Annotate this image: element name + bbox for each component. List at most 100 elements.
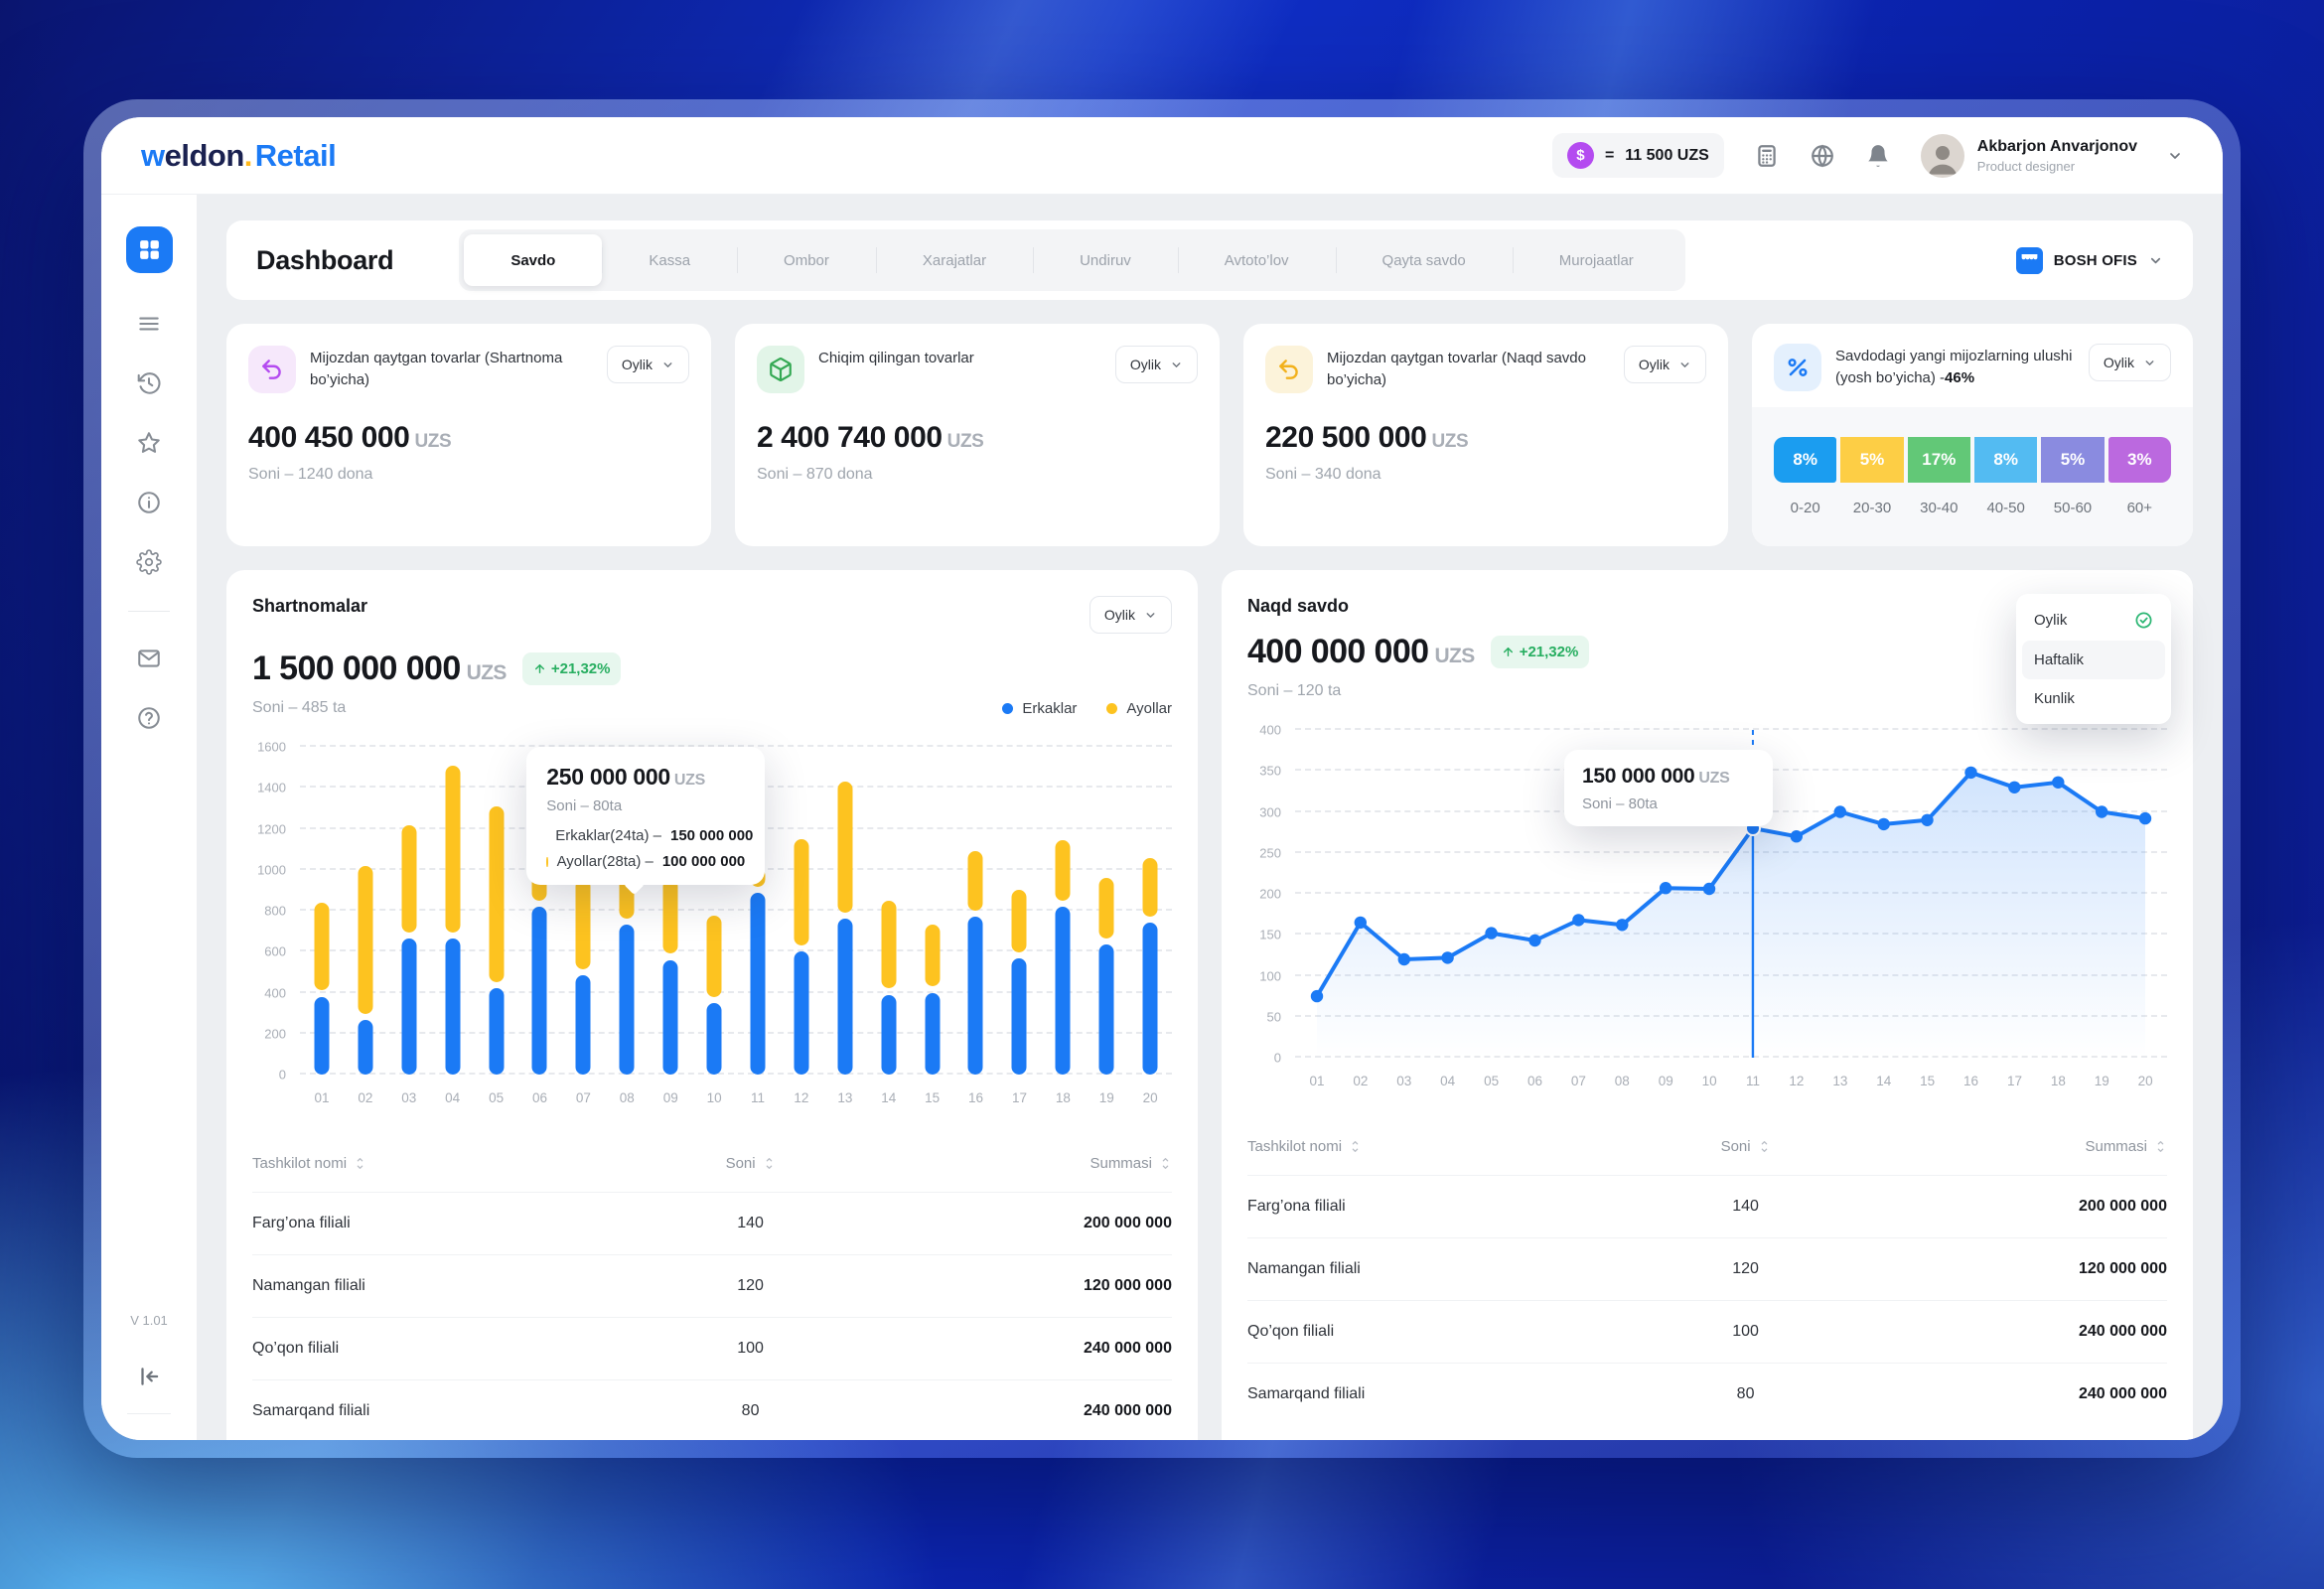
- stat-period-select[interactable]: Oylik: [1115, 346, 1198, 383]
- contracts-period-select[interactable]: Oylik: [1089, 596, 1172, 634]
- data-point-10[interactable]: [1703, 883, 1715, 895]
- sidebar-collapse-button[interactable]: [136, 1364, 162, 1389]
- bar-erkaklar-05[interactable]: [489, 988, 504, 1075]
- bar-ayollar-05[interactable]: [489, 806, 504, 982]
- tab-avtoto-lov[interactable]: Avtoto’lov: [1178, 234, 1336, 286]
- dropdown-option-oylik[interactable]: Oylik: [2022, 600, 2165, 641]
- bar-erkaklar-15[interactable]: [925, 993, 940, 1076]
- sidebar-item-star[interactable]: [136, 430, 162, 456]
- bar-erkaklar-01[interactable]: [314, 997, 329, 1075]
- sidebar-item-help[interactable]: [136, 705, 162, 731]
- data-point-03[interactable]: [1398, 953, 1410, 965]
- bar-erkaklar-19[interactable]: [1099, 944, 1114, 1075]
- logo[interactable]: weldon.Retail: [141, 138, 336, 174]
- data-point-09[interactable]: [1660, 882, 1671, 894]
- currency-rate-chip[interactable]: $ = 11 500 UZS: [1552, 133, 1724, 178]
- bar-ayollar-17[interactable]: [1012, 890, 1027, 952]
- table-row[interactable]: Farg’ona filiali 140 200 000 000: [252, 1192, 1172, 1254]
- user-profile[interactable]: Akbarjon Anvarjonov Product designer: [1921, 134, 2137, 178]
- sidebar-item-info[interactable]: [136, 490, 162, 515]
- data-point-06[interactable]: [1528, 935, 1540, 946]
- bar-ayollar-07[interactable]: [576, 879, 591, 969]
- bar-erkaklar-20[interactable]: [1143, 923, 1158, 1075]
- data-point-05[interactable]: [1485, 927, 1497, 939]
- sidebar-item-mail[interactable]: [136, 646, 162, 671]
- data-point-16[interactable]: [1964, 767, 1976, 779]
- bar-ayollar-19[interactable]: [1099, 878, 1114, 939]
- bar-ayollar-03[interactable]: [401, 825, 416, 932]
- dropdown-option-haftalik[interactable]: Haftalik: [2022, 641, 2165, 679]
- data-point-20[interactable]: [2139, 812, 2151, 824]
- office-selector[interactable]: BOSH OFIS: [2016, 247, 2163, 274]
- bar-erkaklar-08[interactable]: [620, 925, 635, 1075]
- data-point-19[interactable]: [2096, 805, 2107, 817]
- table-row[interactable]: Namangan filiali 120 120 000 000: [252, 1254, 1172, 1317]
- data-point-14[interactable]: [1878, 818, 1890, 830]
- data-point-04[interactable]: [1441, 951, 1453, 963]
- data-point-17[interactable]: [2008, 782, 2020, 794]
- data-point-15[interactable]: [1921, 814, 1933, 826]
- tab-ombor[interactable]: Ombor: [737, 234, 876, 286]
- table-row[interactable]: Samarqand filiali 80 240 000 000: [252, 1379, 1172, 1440]
- bar-erkaklar-16[interactable]: [968, 917, 983, 1075]
- tab-kassa[interactable]: Kassa: [602, 234, 737, 286]
- globe-icon[interactable]: [1810, 143, 1835, 169]
- table-row[interactable]: Farg’ona filiali 140 200 000 000: [1247, 1175, 2167, 1237]
- table-row[interactable]: Namangan filiali 120 120 000 000: [1247, 1237, 2167, 1300]
- stat-period-select[interactable]: Oylik: [1624, 346, 1706, 383]
- bar-ayollar-16[interactable]: [968, 851, 983, 911]
- data-point-13[interactable]: [1834, 805, 1846, 817]
- column-header-tashkilot[interactable]: Tashkilot nomi: [252, 1155, 636, 1172]
- table-row[interactable]: Samarqand filiali 80 240 000 000: [1247, 1363, 2167, 1425]
- bar-erkaklar-14[interactable]: [881, 995, 896, 1075]
- sidebar-item-menu[interactable]: [136, 311, 162, 337]
- bar-ayollar-20[interactable]: [1143, 858, 1158, 917]
- chevron-down-icon[interactable]: [2167, 148, 2183, 164]
- bar-ayollar-01[interactable]: [314, 903, 329, 991]
- stat-period-select[interactable]: Oylik: [607, 346, 689, 383]
- sidebar-item-settings[interactable]: [136, 549, 162, 575]
- data-point-18[interactable]: [2052, 777, 2064, 789]
- tab-savdo[interactable]: Savdo: [464, 234, 602, 286]
- column-header-summasi[interactable]: Summasi: [865, 1155, 1172, 1172]
- tab-undiruv[interactable]: Undiruv: [1033, 234, 1178, 286]
- bar-erkaklar-09[interactable]: [663, 960, 678, 1076]
- data-point-08[interactable]: [1616, 919, 1628, 931]
- bar-ayollar-14[interactable]: [881, 901, 896, 989]
- table-row[interactable]: Qo’qon filiali 100 240 000 000: [1247, 1300, 2167, 1363]
- bar-erkaklar-10[interactable]: [707, 1003, 722, 1075]
- bar-erkaklar-06[interactable]: [532, 907, 547, 1075]
- bar-ayollar-09[interactable]: [663, 879, 678, 953]
- column-header-soni[interactable]: Soni: [1631, 1138, 1861, 1155]
- sidebar-item-history[interactable]: [136, 370, 162, 396]
- bar-erkaklar-11[interactable]: [750, 893, 765, 1075]
- bar-plot[interactable]: 250 000 000UZS Soni – 80ta Erkaklar(24ta…: [300, 747, 1172, 1075]
- bar-ayollar-18[interactable]: [1056, 840, 1071, 901]
- sidebar-item-dashboard-grid[interactable]: [126, 226, 173, 273]
- bar-erkaklar-18[interactable]: [1056, 907, 1071, 1075]
- bar-erkaklar-03[interactable]: [401, 939, 416, 1075]
- bar-ayollar-15[interactable]: [925, 925, 940, 986]
- bar-erkaklar-12[interactable]: [794, 951, 808, 1075]
- bar-erkaklar-13[interactable]: [837, 919, 852, 1075]
- bell-icon[interactable]: [1865, 143, 1891, 169]
- bar-erkaklar-02[interactable]: [358, 1020, 372, 1075]
- bar-ayollar-12[interactable]: [794, 839, 808, 945]
- stat-period-select[interactable]: Oylik: [2089, 344, 2171, 381]
- tab-murojaatlar[interactable]: Murojaatlar: [1513, 234, 1680, 286]
- bar-erkaklar-07[interactable]: [576, 975, 591, 1075]
- bar-erkaklar-04[interactable]: [445, 939, 460, 1075]
- bar-ayollar-02[interactable]: [358, 866, 372, 1015]
- bar-ayollar-04[interactable]: [445, 766, 460, 933]
- bar-ayollar-13[interactable]: [837, 782, 852, 913]
- data-point-02[interactable]: [1355, 917, 1367, 929]
- line-plot[interactable]: 150 000 000UZS Soni – 80ta 0501001502002…: [1295, 730, 2167, 1058]
- column-header-tashkilot[interactable]: Tashkilot nomi: [1247, 1138, 1631, 1155]
- bar-erkaklar-17[interactable]: [1012, 958, 1027, 1075]
- column-header-summasi[interactable]: Summasi: [1860, 1138, 2167, 1155]
- tab-xarajatlar[interactable]: Xarajatlar: [876, 234, 1033, 286]
- tab-qayta-savdo[interactable]: Qayta savdo: [1336, 234, 1513, 286]
- dropdown-option-kunlik[interactable]: Kunlik: [2022, 679, 2165, 718]
- table-row[interactable]: Qo’qon filiali 100 240 000 000: [252, 1317, 1172, 1379]
- data-point-12[interactable]: [1791, 830, 1803, 842]
